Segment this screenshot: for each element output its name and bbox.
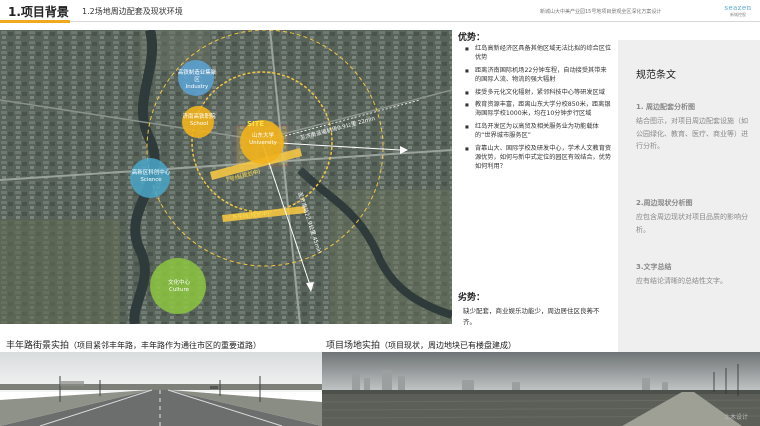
poi-industry-cn: 高铁制造业集聚区 bbox=[177, 70, 217, 83]
section-title: 1.项目背景 bbox=[8, 5, 69, 19]
poi-science: 高新区科创中心 Science bbox=[130, 170, 172, 184]
spec-item-desc: 结合图示，对项目周边配套设施（如公园绿化、教育、医疗、商业等）进行分析。 bbox=[636, 117, 748, 150]
project-name: 新城山大中美产业园15号地项目景观全区深化方案设计 bbox=[540, 9, 662, 15]
street-photo bbox=[0, 352, 322, 426]
pros-item: 距离济南国际机场22分钟车程，自动接受其带来的国际人流、物流的强大辐射 bbox=[465, 66, 612, 85]
street-photo-caption-main: 丰年路街景实拍 bbox=[6, 341, 70, 351]
logo-cn: 新城控股 bbox=[730, 12, 746, 17]
street-photo-caption: 丰年路街景实拍（项目紧邻丰年路，丰年路作为通往市区的重要道路） bbox=[6, 338, 261, 351]
page-header: 1.项目背景 1.2场地周边配套及现状环境 新城山大中美产业园15号地项目景观全… bbox=[0, 0, 760, 24]
spec-panel: 规范条文 1. 周边配套分析图 结合图示，对项目周边配套设施（如公园绿化、教育、… bbox=[618, 40, 760, 352]
spec-item-summary: 3.文字总结 应有结论清晰的总结性文字。 bbox=[636, 262, 754, 288]
poi-industry: 高铁制造业集聚区 Industry bbox=[176, 70, 218, 91]
cons-title: 劣势： bbox=[458, 293, 486, 303]
cons-text: 缺少配套，商业娱乐功能少，周边居住区良莠不齐。 bbox=[463, 307, 600, 326]
site-context-map: 高铁制造业集聚区 Industry 济南高铁职院 School 高新区科创中心 … bbox=[0, 30, 452, 324]
poi-school-cn: 济南高铁职院 bbox=[182, 114, 216, 120]
header-divider bbox=[70, 21, 760, 22]
pros-item: 红岛开发区为以高贸及相关服务业为功能载体的“世界城市服务区” bbox=[465, 122, 612, 141]
pros-item: 接受多元化文化辐射，紧邻科技中心等研发区域 bbox=[465, 88, 612, 98]
watermark: 土木设计 bbox=[724, 414, 749, 421]
poi-science-cn: 高新区科创中心 bbox=[131, 170, 171, 176]
spec-item-title: 2.周边现状分析图 bbox=[636, 199, 693, 207]
site-photo-graphic bbox=[322, 352, 760, 426]
sub-title: 1.2场地周边配套及现状环境 bbox=[82, 7, 183, 16]
poi-culture: 文化中心 Culture bbox=[160, 280, 198, 294]
spec-item-desc: 应有结论清晰的总结性文字。 bbox=[636, 277, 727, 285]
pros-title: 优势： bbox=[458, 33, 486, 43]
site-university-label: 山东大学 University bbox=[249, 133, 277, 146]
spec-item-status: 2.周边现状分析图 应包含周边现状对项目品质的影响分析。 bbox=[636, 198, 754, 236]
street-photo-graphic bbox=[0, 352, 322, 426]
pros-item: 教育资源丰富，距离山东大学分校850米，距离银海国际学校1000米，均在10分钟… bbox=[465, 100, 612, 119]
site-photo-caption: 项目场地实拍（项目现状，周边地块已有楼盘建成） bbox=[326, 338, 516, 351]
poi-industry-en: Industry bbox=[185, 83, 209, 90]
poi-science-en: Science bbox=[140, 176, 162, 183]
site-photo-caption-note: （项目现状，周边地块已有楼盘建成） bbox=[380, 341, 517, 350]
section-accent-bar bbox=[0, 20, 70, 23]
poi-culture-en: Culture bbox=[168, 286, 190, 293]
pros-item: 背靠山大、国际学校及研发中心，学术人文教育资源优势，如何与新中式定位的园区有效结… bbox=[465, 144, 612, 172]
pros-list: 红岛高新经济区具备其他区域无法比拟的综合区位优势 距离济南国际机场22分钟车程，… bbox=[465, 44, 612, 175]
site-photo bbox=[322, 352, 760, 426]
spec-item-desc: 应包含周边现状对项目品质的影响分析。 bbox=[636, 213, 748, 234]
street-photo-caption-note: （项目紧邻丰年路，丰年路作为通往市区的重要道路） bbox=[69, 341, 262, 350]
site-label: SITE bbox=[247, 120, 265, 128]
pros-item: 红岛高新经济区具备其他区域无法比拟的综合区位优势 bbox=[465, 44, 612, 63]
poi-school: 济南高铁职院 School bbox=[180, 114, 218, 128]
poi-school-en: School bbox=[189, 120, 209, 127]
logo-en: seazen bbox=[724, 4, 752, 12]
spec-heading: 规范条文 bbox=[636, 70, 676, 81]
spec-item-title: 3.文字总结 bbox=[636, 263, 672, 271]
spec-item-title: 1. 周边配套分析图 bbox=[636, 103, 695, 111]
poi-culture-cn: 文化中心 bbox=[167, 280, 190, 286]
company-logo: seazen 新城控股 bbox=[720, 4, 756, 18]
site-photo-caption-main: 项目场地实拍 bbox=[326, 341, 381, 351]
spec-item-surroundings: 1. 周边配套分析图 结合图示，对项目周边配套设施（如公园绿化、教育、医疗、商业… bbox=[636, 102, 754, 153]
